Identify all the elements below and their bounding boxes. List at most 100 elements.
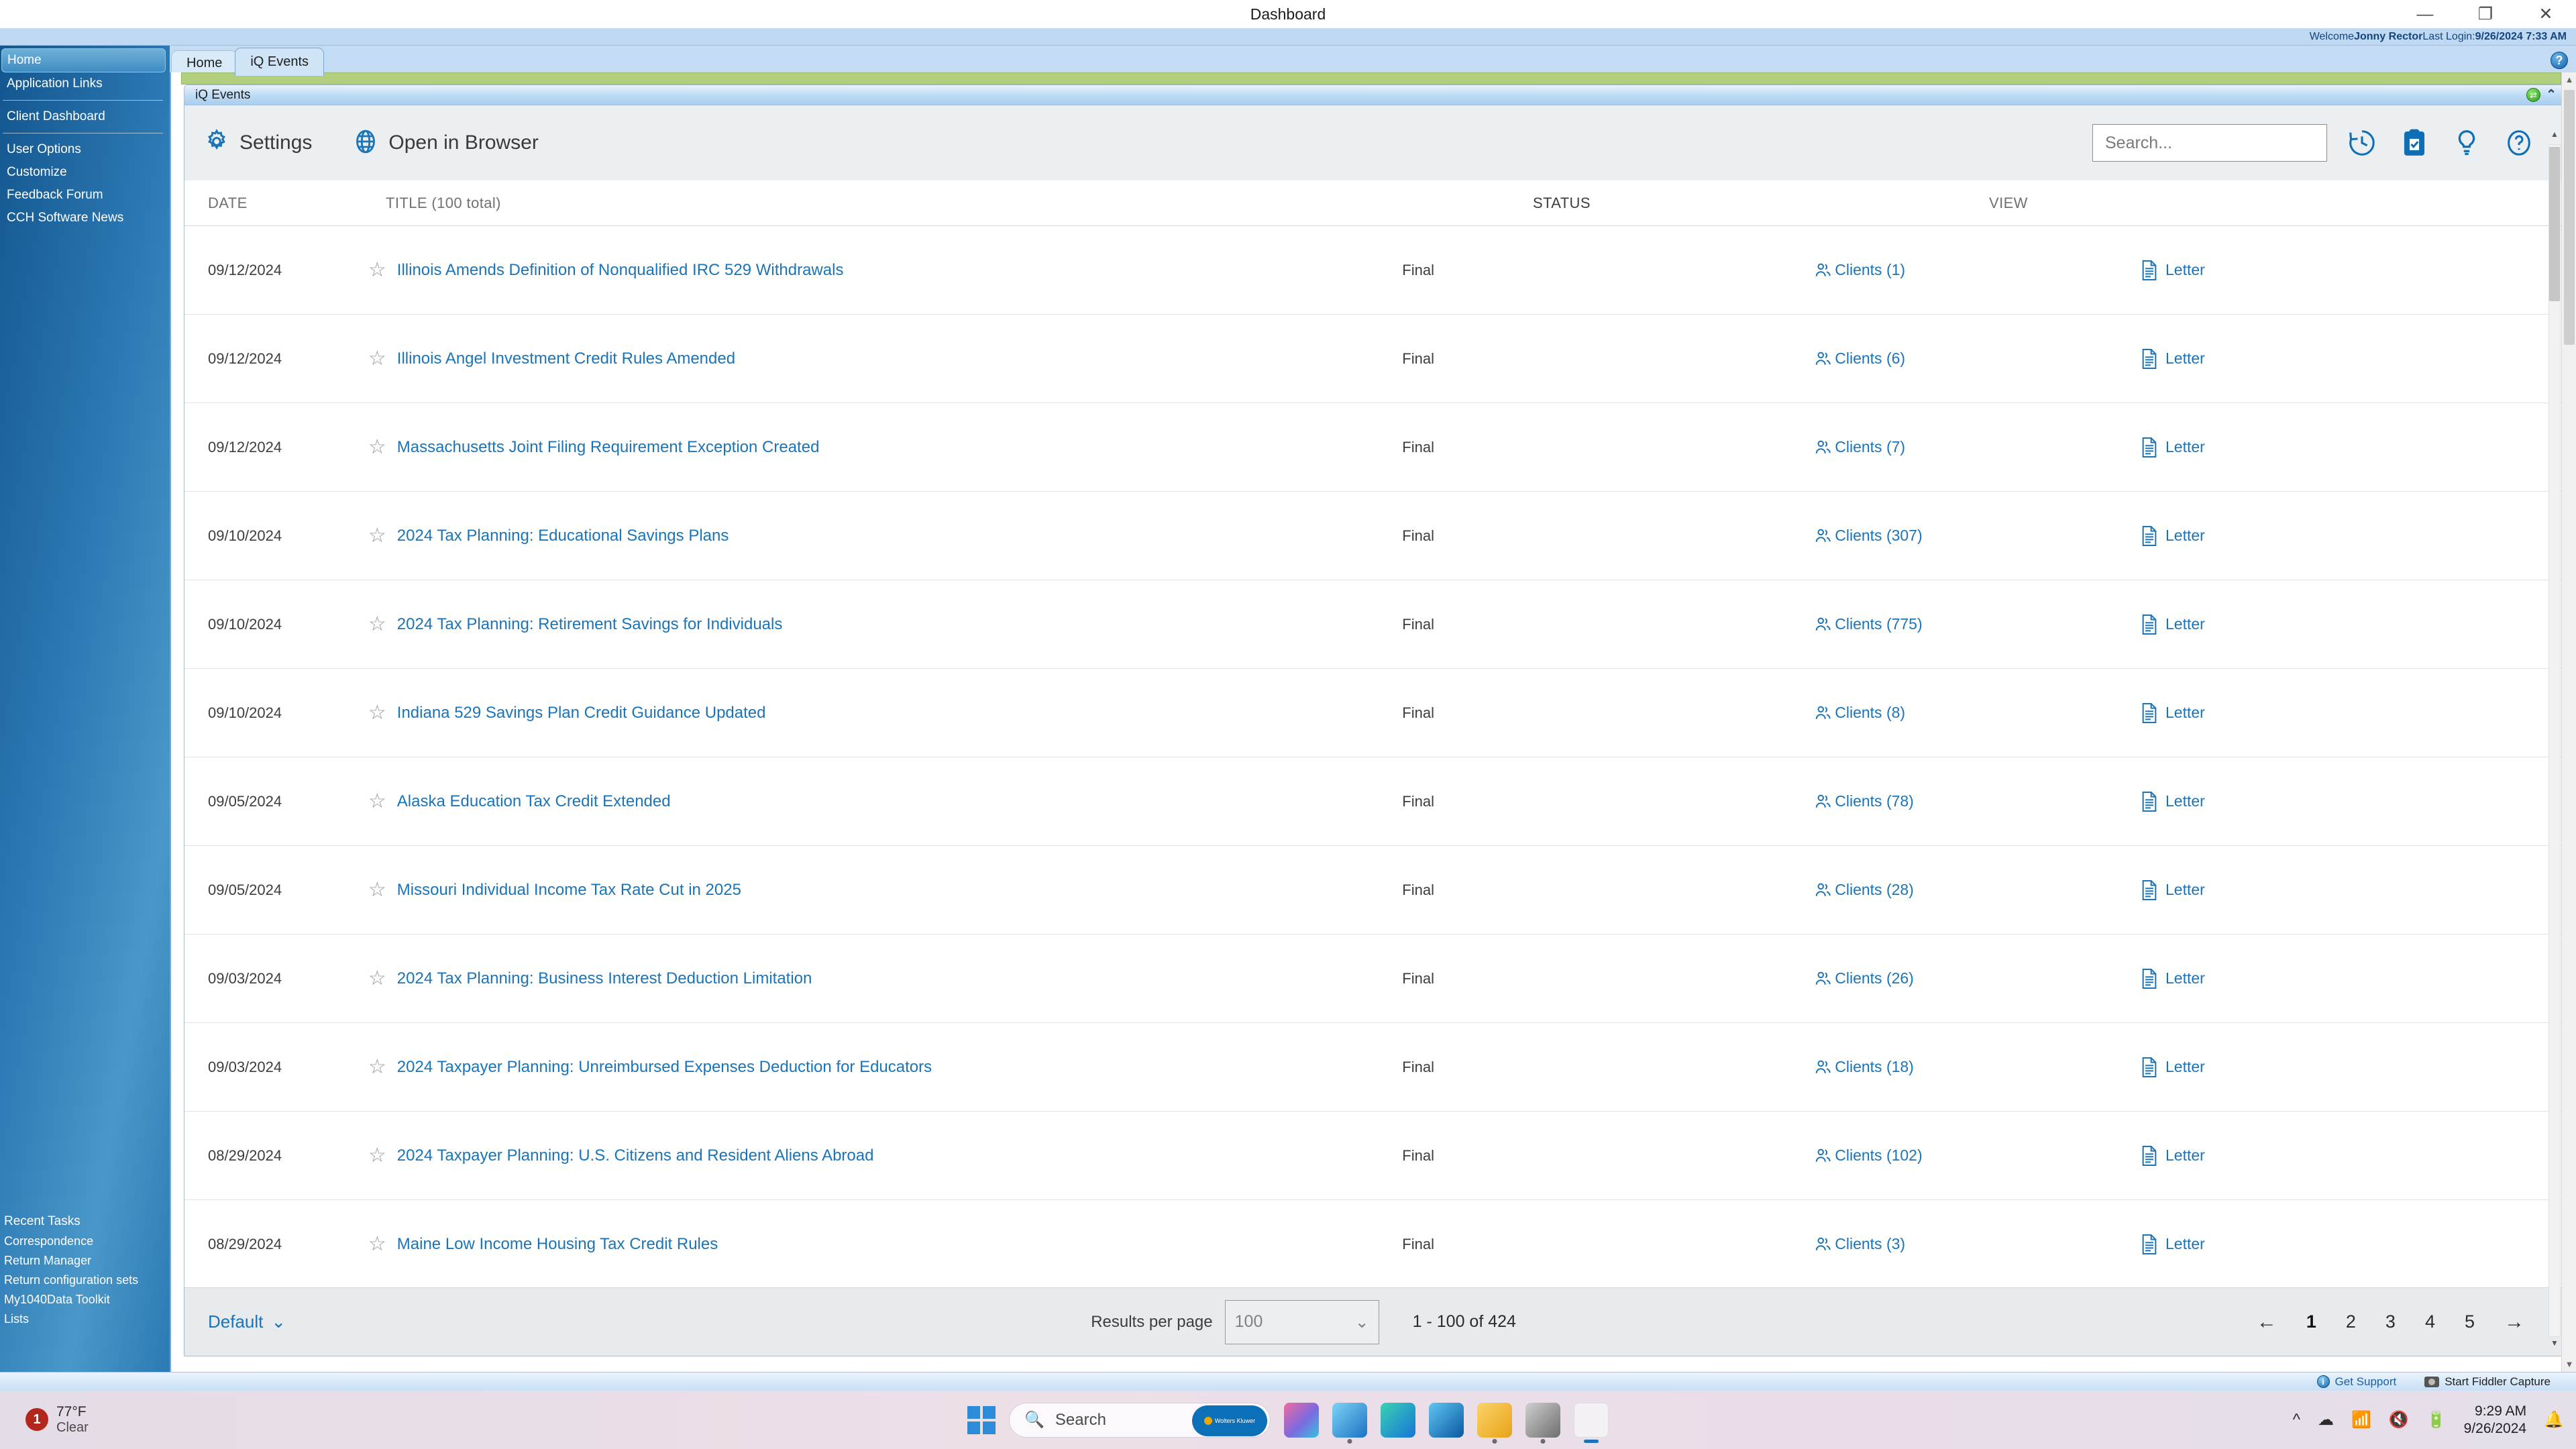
star-outline-icon[interactable]: ☆: [368, 348, 386, 369]
clients-link[interactable]: Clients (3): [1813, 1234, 2140, 1254]
clients-link[interactable]: Clients (775): [1813, 614, 2140, 635]
letter-link[interactable]: Letter: [2140, 525, 2563, 547]
page-scroll-thumb[interactable]: [2564, 90, 2575, 345]
page-scrollbar[interactable]: ▲ ▼: [2561, 72, 2576, 1372]
star-outline-icon[interactable]: ☆: [368, 791, 386, 812]
star-outline-icon[interactable]: ☆: [368, 1145, 386, 1166]
panel-scroll-track[interactable]: [2548, 144, 2561, 1337]
star-outline-icon[interactable]: ☆: [368, 614, 386, 635]
event-title-link[interactable]: Indiana 529 Savings Plan Credit Guidance…: [397, 704, 766, 722]
edge-icon[interactable]: [1381, 1402, 1415, 1438]
recent-task-return-configuration-sets[interactable]: Return configuration sets: [0, 1271, 170, 1290]
table-row[interactable]: 09/10/2024 ☆ 2024 Tax Planning: Retirement…: [184, 580, 2563, 669]
table-row[interactable]: 09/12/2024 ☆ Illinois Angel Investment Cre…: [184, 315, 2563, 403]
sidebar-item-cch-software-news[interactable]: CCH Software News: [0, 207, 170, 229]
clients-link[interactable]: Clients (7): [1813, 437, 2140, 458]
get-support-button[interactable]: i Get Support: [2316, 1375, 2396, 1389]
history-icon[interactable]: [2345, 125, 2379, 160]
clients-link[interactable]: Clients (28): [1813, 880, 2140, 900]
page-scroll-up-arrow[interactable]: ▲: [2562, 72, 2576, 87]
table-row[interactable]: 09/12/2024 ☆ Massachusetts Joint Filing Re…: [184, 403, 2563, 492]
sidebar-item-user-options[interactable]: User Options: [0, 138, 170, 161]
panel-scrollbar[interactable]: ▲ ▼: [2548, 129, 2561, 1352]
prev-page-button[interactable]: ←: [2257, 1311, 2277, 1334]
column-header-date[interactable]: DATE: [184, 195, 386, 212]
star-outline-icon[interactable]: ☆: [368, 702, 386, 723]
page-scroll-down-arrow[interactable]: ▼: [2562, 1357, 2576, 1372]
star-outline-icon[interactable]: ☆: [368, 1234, 386, 1254]
page-button-5[interactable]: 5: [2465, 1311, 2475, 1332]
view-selector[interactable]: Default ⌄: [208, 1311, 286, 1332]
event-title-link[interactable]: Illinois Amends Definition of Nonqualifi…: [397, 261, 844, 280]
page-button-3[interactable]: 3: [2385, 1311, 2396, 1332]
sidebar-item-home[interactable]: Home: [1, 48, 166, 72]
table-row[interactable]: 09/10/2024 ☆ Indiana 529 Savings Plan Cred…: [184, 669, 2563, 757]
meter-icon[interactable]: [1525, 1402, 1560, 1444]
star-outline-icon[interactable]: ☆: [368, 879, 386, 900]
table-row[interactable]: 09/10/2024 ☆ 2024 Tax Planning: Educationa…: [184, 492, 2563, 580]
windows-start-icon[interactable]: [967, 1405, 996, 1434]
tray-chevron-icon[interactable]: ^: [2293, 1411, 2300, 1430]
restore-button[interactable]: ❐: [2455, 0, 2516, 28]
snipping-tool-icon[interactable]: [1574, 1402, 1609, 1443]
table-row[interactable]: 09/03/2024 ☆ 2024 Tax Planning: Business I…: [184, 934, 2563, 1023]
star-outline-icon[interactable]: ☆: [368, 525, 386, 546]
close-button[interactable]: ✕: [2516, 0, 2576, 28]
letter-link[interactable]: Letter: [2140, 702, 2563, 724]
table-row[interactable]: 09/05/2024 ☆ Missouri Individual Income Ta…: [184, 846, 2563, 934]
recent-task-correspondence[interactable]: Correspondence: [0, 1232, 170, 1251]
event-title-link[interactable]: 2024 Taxpayer Planning: Unreimbursed Exp…: [397, 1058, 932, 1077]
event-title-link[interactable]: 2024 Tax Planning: Business Interest Ded…: [397, 969, 812, 988]
letter-link[interactable]: Letter: [2140, 1057, 2563, 1078]
help-globe-icon[interactable]: ?: [2551, 52, 2568, 69]
start-fiddler-capture-button[interactable]: Start Fiddler Capture: [2424, 1375, 2551, 1389]
minimize-button[interactable]: —: [2395, 0, 2455, 28]
settings-button[interactable]: Settings: [203, 128, 312, 158]
lightbulb-icon[interactable]: [2449, 125, 2484, 160]
cloud-icon[interactable]: ☁: [2318, 1410, 2334, 1430]
help-circle-icon[interactable]: [2502, 125, 2536, 160]
sidebar-item-client-dashboard[interactable]: Client Dashboard: [0, 105, 170, 128]
clients-link[interactable]: Clients (78): [1813, 792, 2140, 812]
star-outline-icon[interactable]: ☆: [368, 260, 386, 280]
open-in-browser-button[interactable]: Open in Browser: [352, 128, 539, 158]
panel-scroll-thumb[interactable]: [2549, 147, 2560, 301]
event-title-link[interactable]: 2024 Tax Planning: Retirement Savings fo…: [397, 615, 783, 634]
next-page-button[interactable]: →: [2504, 1311, 2524, 1334]
table-row[interactable]: 09/12/2024 ☆ Illinois Amends Definition of…: [184, 226, 2563, 315]
sidebar-item-application-links[interactable]: Application Links: [0, 72, 170, 95]
outlook-icon[interactable]: [1429, 1402, 1464, 1438]
event-title-link[interactable]: Illinois Angel Investment Credit Rules A…: [397, 350, 735, 368]
clients-link[interactable]: Clients (18): [1813, 1057, 2140, 1077]
letter-link[interactable]: Letter: [2140, 348, 2563, 370]
page-button-1[interactable]: 1: [2306, 1311, 2316, 1332]
recent-task-lists[interactable]: Lists: [0, 1309, 170, 1329]
star-outline-icon[interactable]: ☆: [368, 968, 386, 989]
sidebar-item-feedback-forum[interactable]: Feedback Forum: [0, 184, 170, 207]
sidebar-item-customize[interactable]: Customize: [0, 161, 170, 184]
recent-task-my1040data-toolkit[interactable]: My1040Data Toolkit: [0, 1290, 170, 1309]
column-header-title[interactable]: TITLE (100 total): [386, 195, 1533, 212]
volume-mute-icon[interactable]: 🔇: [2389, 1410, 2409, 1430]
clients-link[interactable]: Clients (6): [1813, 349, 2140, 369]
clients-link[interactable]: Clients (26): [1813, 969, 2140, 989]
table-row[interactable]: 08/29/2024 ☆ 2024 Taxpayer Planning: U.S. …: [184, 1112, 2563, 1200]
panel-scroll-up-arrow[interactable]: ▲: [2548, 129, 2561, 143]
letter-link[interactable]: Letter: [2140, 791, 2563, 812]
copilot-pre-icon[interactable]: [1284, 1402, 1319, 1438]
weather-widget[interactable]: 1 77°F Clear: [16, 1404, 89, 1437]
event-title-link[interactable]: Maine Low Income Housing Tax Credit Rule…: [397, 1235, 718, 1254]
event-title-link[interactable]: Missouri Individual Income Tax Rate Cut …: [397, 881, 741, 900]
letter-link[interactable]: Letter: [2140, 614, 2563, 635]
clients-link[interactable]: Clients (8): [1813, 703, 2140, 723]
refresh-icon[interactable]: ⇄: [2526, 88, 2541, 102]
event-title-link[interactable]: Massachusetts Joint Filing Requirement E…: [397, 438, 820, 457]
wolters-kluwer-badge[interactable]: Wolters Kluwer: [1192, 1405, 1267, 1436]
letter-link[interactable]: Letter: [2140, 437, 2563, 458]
letter-link[interactable]: Letter: [2140, 1234, 2563, 1255]
panel-scroll-down-arrow[interactable]: ▼: [2548, 1338, 2561, 1352]
page-button-4[interactable]: 4: [2425, 1311, 2435, 1332]
letter-link[interactable]: Letter: [2140, 968, 2563, 989]
battery-charging-icon[interactable]: 🔋: [2426, 1410, 2447, 1430]
chevron-up-icon[interactable]: ⌃: [2546, 89, 2557, 101]
